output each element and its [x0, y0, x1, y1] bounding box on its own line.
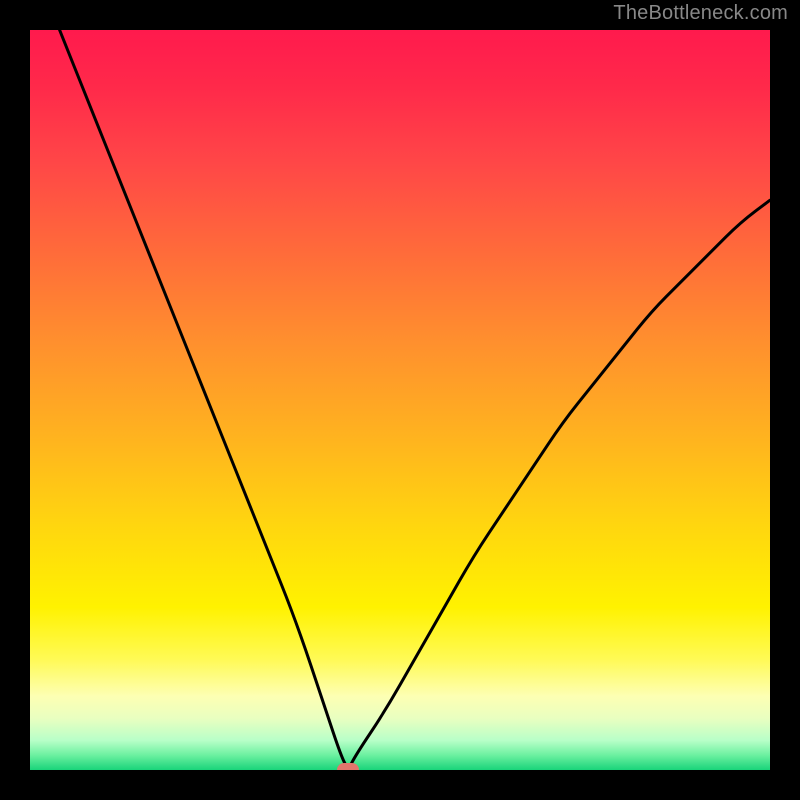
bottleneck-curve [60, 30, 770, 766]
watermark-text: TheBottleneck.com [613, 2, 788, 25]
chart-container: TheBottleneck.com [0, 0, 800, 800]
min-point-marker [337, 763, 359, 770]
curve-svg [30, 30, 770, 770]
plot-area [30, 30, 770, 770]
